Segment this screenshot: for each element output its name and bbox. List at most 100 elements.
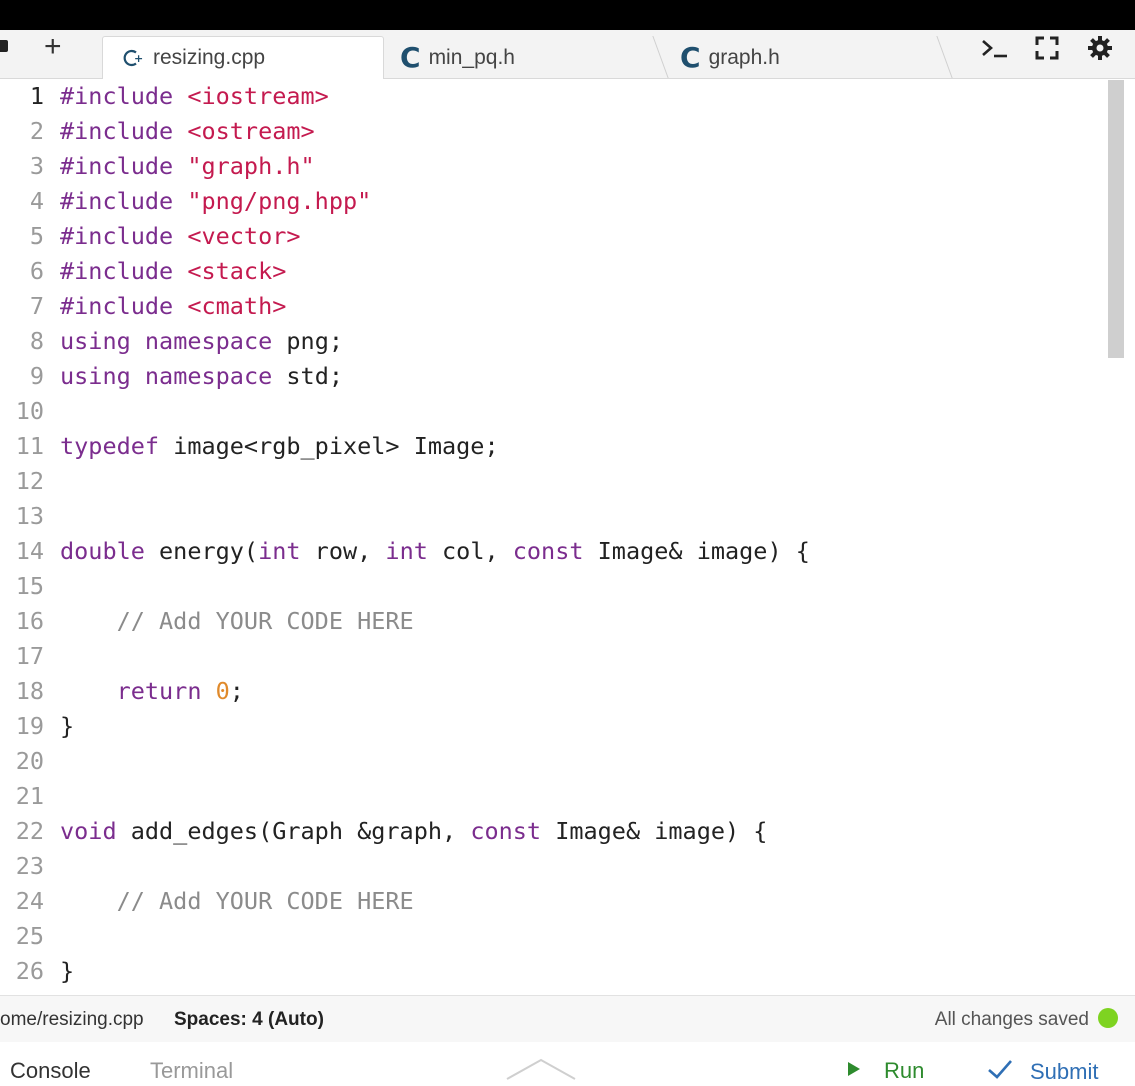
code-line[interactable]: 14 double energy(int row, int col, const … [0,534,1100,569]
code-text: double energy(int row, int col, const Im… [60,534,810,569]
code-line[interactable]: 9 using namespace std; [0,359,1100,394]
code-line[interactable]: 25 [0,919,1100,954]
code-line[interactable]: 22 void add_edges(Graph &graph, const Ima… [0,814,1100,849]
code-token: namespace [144,327,273,355]
code-text: #include "graph.h" [60,149,315,184]
code-line[interactable]: 16 // Add YOUR CODE HERE [0,604,1100,639]
code-line[interactable]: 19} [0,709,1100,744]
code-token: return [116,677,202,705]
code-token: std; [272,362,343,390]
code-text: #include "png/png.hpp" [60,184,371,219]
menu-icon[interactable] [0,40,8,52]
line-number: 23 [15,852,44,880]
submit-button[interactable]: Submit [986,1058,1098,1086]
tab-label: resizing.cpp [153,46,266,69]
code-text: #include <iostream> [60,79,329,114]
code-line[interactable]: 18 return 0; [0,674,1100,709]
code-line[interactable]: 26} [0,954,1100,989]
line-number: 4 [29,187,44,215]
status-bar: ome/resizing.cpp Spaces: 4 (Auto) All ch… [0,995,1135,1043]
code-line[interactable]: 4 #include "png/png.hpp" [0,184,1100,219]
top-black-bar [0,0,1135,30]
terminal-icon [980,36,1010,65]
checkmark-icon [986,1058,1014,1086]
tab-terminal[interactable]: Terminal [150,1058,233,1084]
code-line[interactable]: 7 #include <cmath> [0,289,1100,324]
line-number: 7 [29,292,44,320]
line-number: 12 [15,467,44,495]
line-number: 11 [15,432,44,460]
line-number: 15 [15,572,44,600]
code-text: return 0; [60,674,244,709]
code-line[interactable]: 24 // Add YOUR CODE HERE [0,884,1100,919]
code-token: <ostream> [187,117,315,145]
code-line[interactable]: 6 #include <stack> [0,254,1100,289]
code-token: using [60,327,131,355]
code-line[interactable]: 3 #include "graph.h" [0,149,1100,184]
code-text: #include <stack> [60,254,286,289]
code-line[interactable]: 5 #include <vector> [0,219,1100,254]
add-tab-button[interactable]: + [44,32,62,62]
code-token: #include [60,257,174,285]
tab-resizing-cpp[interactable]: + resizing.cpp [102,36,384,79]
line-number: 5 [29,222,44,250]
file-path: ome/resizing.cpp [0,1009,144,1030]
code-line[interactable]: 11 typedef image<rgb_pixel> Image; [0,429,1100,464]
code-line[interactable]: 2 #include <ostream> [0,114,1100,149]
line-number: 25 [15,922,44,950]
save-status: All changes saved [934,1009,1089,1030]
code-text: // Add YOUR CODE HERE [60,884,414,919]
saved-indicator-dot [1098,1008,1118,1028]
tab-graph-h[interactable]: C graph.h [680,36,940,79]
code-token: <stack> [187,257,287,285]
line-number: 14 [15,537,44,565]
line-number: 3 [29,152,44,180]
code-line[interactable]: 21 [0,779,1100,814]
fullscreen-icon [1034,35,1060,66]
line-number: 2 [29,117,44,145]
code-line[interactable]: 12 [0,464,1100,499]
cpp-file-icon: + [121,46,145,70]
editor-scrollbar-thumb[interactable] [1108,80,1124,358]
code-line[interactable]: 20 [0,744,1100,779]
run-button[interactable]: Run [846,1058,924,1084]
code-token: Image& image) { [583,537,810,565]
code-line[interactable]: 15 [0,569,1100,604]
code-line[interactable]: 1 #include <iostream> [0,79,1100,114]
code-token: 0 [215,677,230,705]
code-token: void [60,817,117,845]
code-token: col, [427,537,513,565]
code-line[interactable]: 8 using namespace png; [0,324,1100,359]
code-editor[interactable]: 1 #include <iostream> 2 #include <ostream> 3… [0,79,1108,995]
indentation-setting[interactable]: Spaces: 4 (Auto) [174,1009,324,1031]
code-token: add_edges(Graph &graph, [116,817,471,845]
line-number: 24 [15,887,44,915]
line-number: 9 [29,362,44,390]
line-number: 13 [15,502,44,530]
code-line[interactable]: 17 [0,639,1100,674]
tab-min-pq-h[interactable]: C min_pq.h [400,36,660,79]
code-line[interactable]: 23 [0,849,1100,884]
fullscreen-button[interactable] [1032,36,1062,64]
terminal-button[interactable] [978,36,1012,64]
c-file-icon: C [400,40,421,74]
code-line[interactable]: 13 [0,499,1100,534]
play-icon [846,1058,862,1084]
svg-text:+: + [134,52,143,65]
code-token: double [60,537,145,565]
tab-console[interactable]: Console [10,1058,91,1084]
settings-button[interactable] [1085,35,1115,66]
code-line[interactable]: 10 [0,394,1100,429]
code-token: // Add YOUR CODE HERE [116,887,414,915]
code-token: "graph.h" [187,152,315,180]
gear-icon [1087,35,1113,66]
line-number: 8 [29,327,44,355]
